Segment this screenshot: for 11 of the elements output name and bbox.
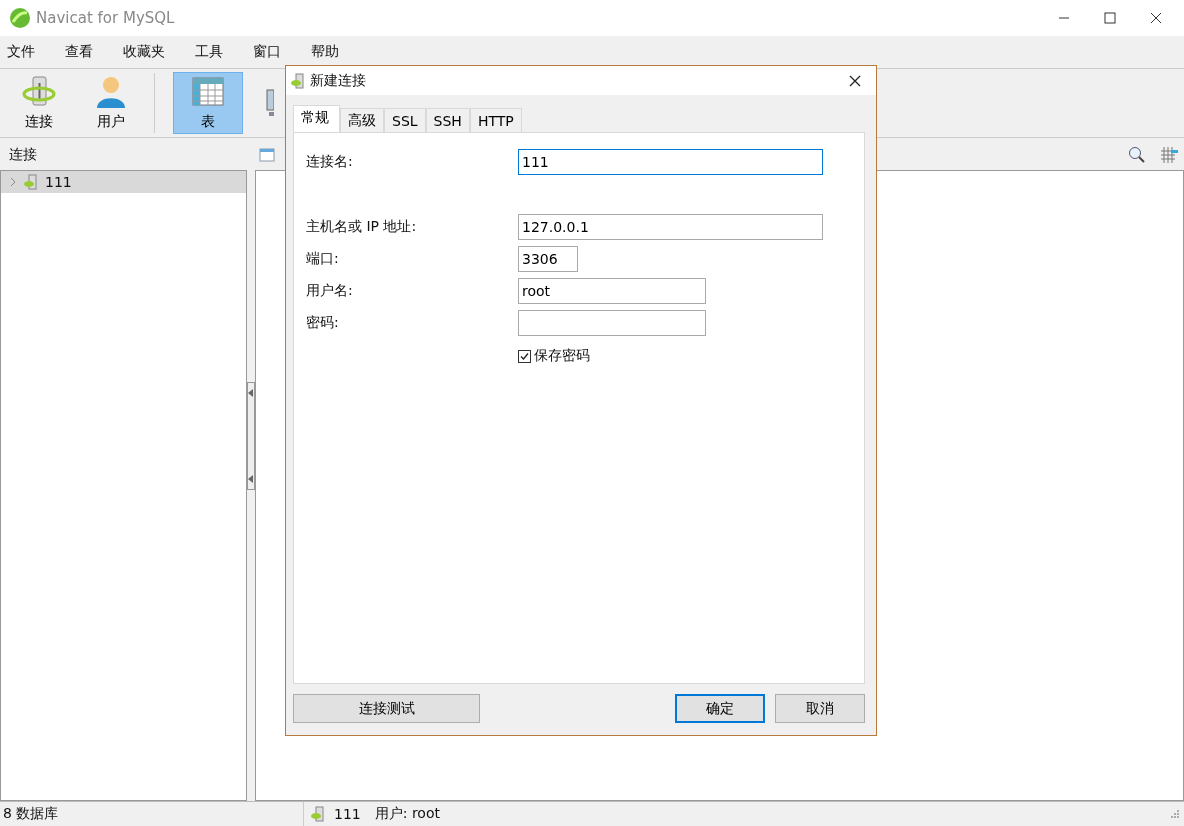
panel-title: 连接	[9, 146, 37, 164]
status-text: 111	[334, 806, 361, 822]
dialog-title: 新建连接	[310, 71, 366, 90]
field-label: 主机名或 IP 地址:	[306, 218, 418, 236]
field-label: 密码:	[306, 314, 340, 332]
status-text: 用户: root	[374, 805, 440, 823]
field-label: 用户名:	[306, 282, 354, 300]
window-title: Navicat for MySQL	[36, 9, 175, 27]
field-label: 连接名:	[306, 153, 354, 171]
status-text: 8 数据库	[2, 805, 60, 823]
field-label: 端口:	[306, 250, 340, 268]
